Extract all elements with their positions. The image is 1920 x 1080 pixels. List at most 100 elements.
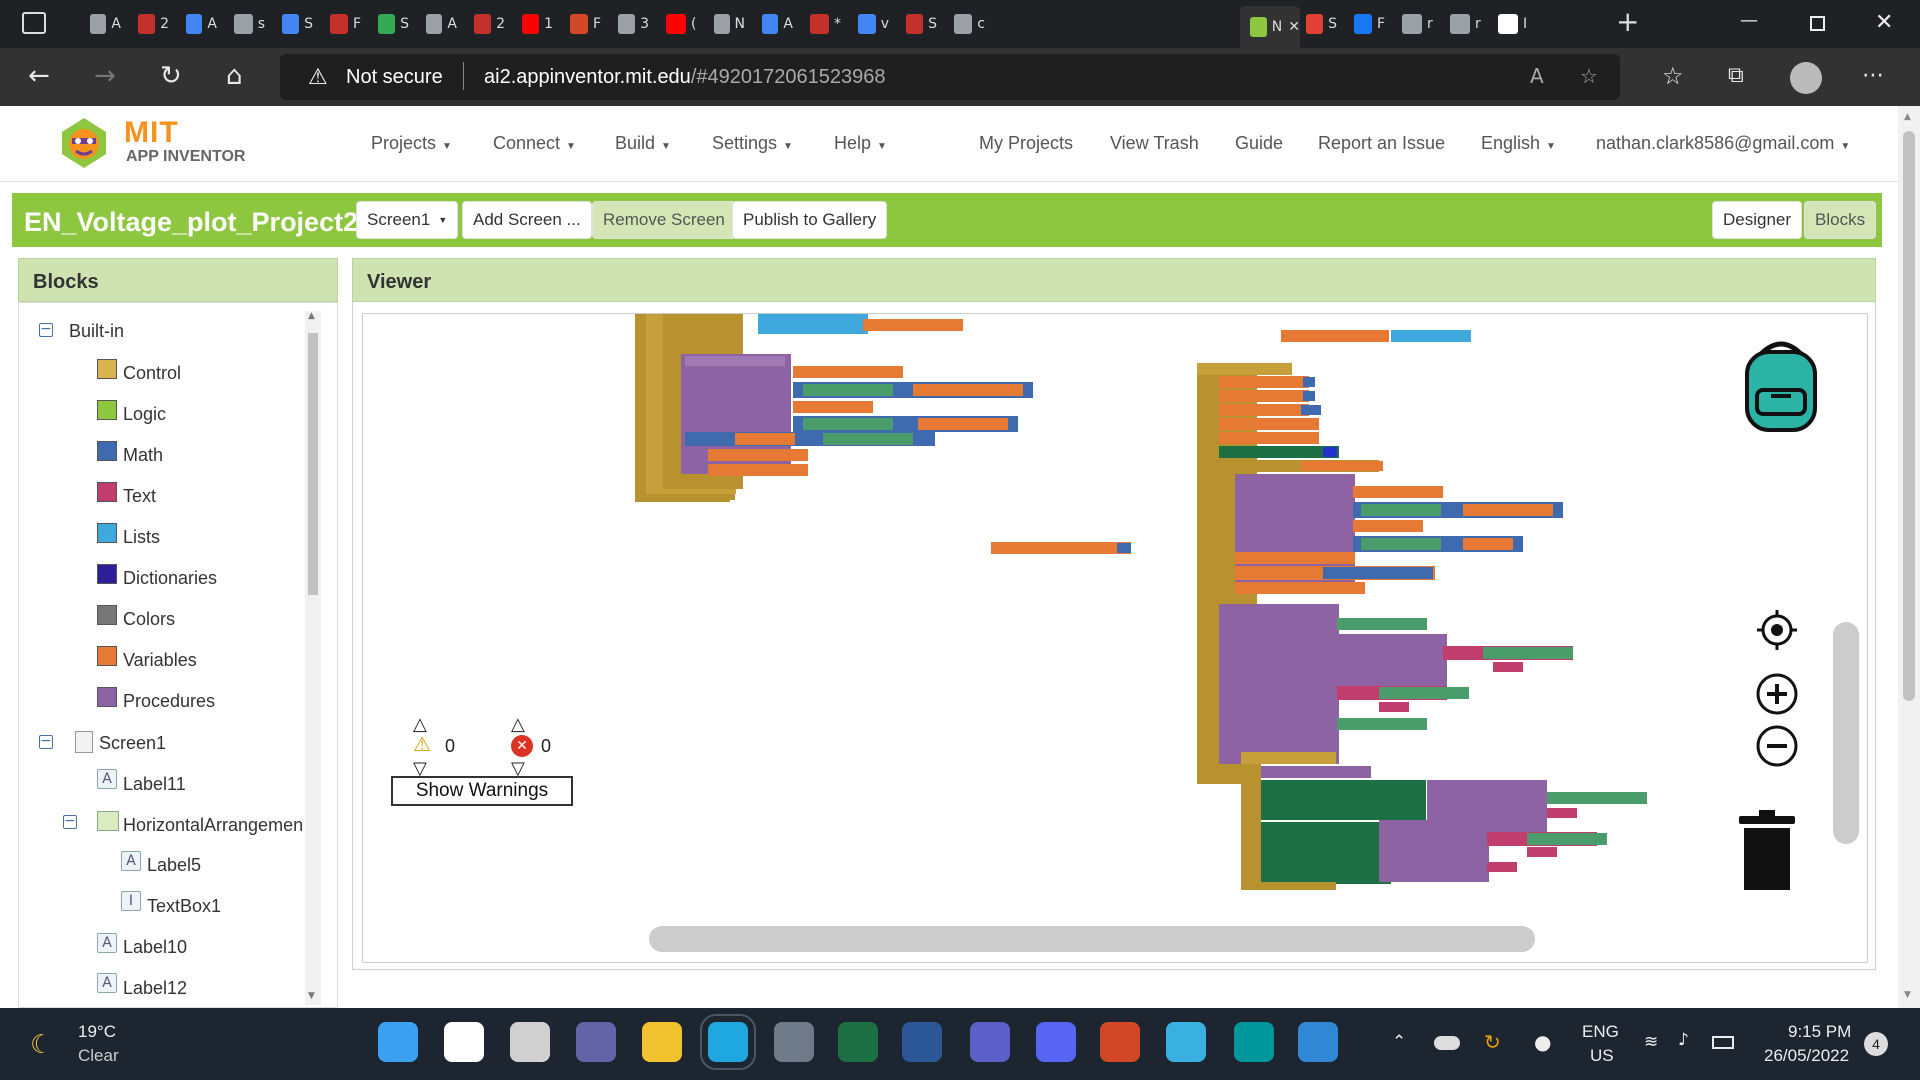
forward-icon[interactable]: →	[94, 62, 116, 90]
edge-icon[interactable]	[700, 1014, 756, 1070]
sync-icon[interactable]: ↻	[1484, 1030, 1501, 1054]
add-favorite-icon[interactable]: ☆	[1580, 64, 1598, 88]
browser-tab[interactable]: F	[560, 8, 601, 40]
browser-tab[interactable]: A	[416, 8, 457, 40]
browser-tab[interactable]: 2	[128, 8, 169, 40]
browser-tab[interactable]: r	[1392, 8, 1433, 40]
tree-textbox1[interactable]: TextBox1	[147, 896, 221, 917]
category-colors[interactable]: Colors	[123, 609, 175, 630]
page-scrollbar-thumb[interactable]	[1903, 131, 1915, 701]
category-variables[interactable]: Variables	[123, 650, 197, 671]
new-tab-icon[interactable]: +	[1616, 8, 1639, 36]
link-report-issue[interactable]: Report an Issue	[1318, 133, 1445, 154]
refresh-icon[interactable]: ↻	[160, 62, 182, 90]
category-control[interactable]: Control	[123, 363, 181, 384]
scroll-down-icon[interactable]: ▼	[308, 991, 315, 1001]
wifi-icon[interactable]: ≋	[1644, 1032, 1658, 1052]
browser-tab[interactable]: S	[368, 8, 409, 40]
mit-logo-icon[interactable]	[54, 114, 114, 172]
language-code[interactable]: ENG	[1582, 1022, 1619, 1042]
weather-condition[interactable]: Clear	[78, 1046, 119, 1066]
event-button4-click[interactable]	[1241, 752, 1647, 890]
category-text[interactable]: Text	[123, 486, 156, 507]
file-explorer-icon[interactable]	[642, 1022, 682, 1062]
excel-icon[interactable]	[838, 1022, 878, 1062]
favorites-icon[interactable]: ☆	[1662, 62, 1684, 90]
recenter-icon[interactable]	[1755, 608, 1799, 652]
scrollbar-thumb[interactable]	[308, 333, 318, 595]
workspace-vertical-scrollbar[interactable]	[1833, 622, 1859, 844]
read-aloud-icon[interactable]: A	[1530, 64, 1544, 88]
collapse-icon[interactable]: −	[63, 814, 77, 829]
word-icon[interactable]	[902, 1022, 942, 1062]
link-my-projects[interactable]: My Projects	[979, 133, 1073, 154]
browser-tab[interactable]: F	[320, 8, 361, 40]
prev-error-icon[interactable]: △	[511, 714, 525, 735]
calculator-icon[interactable]	[774, 1022, 814, 1062]
volume-icon[interactable]: ♪	[1678, 1030, 1689, 1050]
back-icon[interactable]: ←	[28, 62, 50, 90]
tree-label12[interactable]: Label12	[123, 978, 187, 999]
account-menu[interactable]: nathan.clark8586@gmail.com ▼	[1596, 133, 1850, 154]
tree-label11[interactable]: Label11	[123, 774, 186, 795]
close-window-icon[interactable]: ✕	[1875, 10, 1893, 35]
browser-tab[interactable]: F	[1344, 8, 1385, 40]
menu-settings[interactable]: Settings ▼	[712, 133, 793, 154]
powerpoint-icon[interactable]	[1100, 1022, 1140, 1062]
scroll-up-icon[interactable]: ▲	[1904, 112, 1911, 122]
menu-connect[interactable]: Connect ▼	[493, 133, 576, 154]
discord-icon[interactable]	[1036, 1022, 1076, 1062]
paint-icon[interactable]	[1166, 1022, 1206, 1062]
page-scrollbar[interactable]: ▲ ▼	[1898, 106, 1920, 1008]
browser-tab[interactable]: *	[800, 8, 841, 40]
url-text[interactable]: ai2.appinventor.mit.edu/#492017206152396…	[484, 66, 885, 89]
blocks-button[interactable]: Blocks	[1804, 201, 1877, 239]
designer-button[interactable]: Designer	[1712, 201, 1803, 239]
menu-build[interactable]: Build ▼	[615, 133, 671, 154]
address-bar[interactable]: ⚠ Not secure ai2.appinventor.mit.edu/#49…	[280, 54, 1620, 100]
profile-avatar[interactable]	[1790, 62, 1822, 94]
screen-select[interactable]: Screen1 ▼	[356, 201, 459, 239]
temperature[interactable]: 19°C	[78, 1022, 116, 1042]
battery-icon[interactable]	[1712, 1036, 1734, 1049]
browser-tab[interactable]: I	[1488, 8, 1529, 40]
workspace-horizontal-scrollbar[interactable]	[649, 926, 1535, 952]
publish-gallery-button[interactable]: Publish to Gallery	[732, 201, 888, 239]
initialize-global-value-list[interactable]	[1281, 330, 1471, 342]
more-menu-icon[interactable]: ⋯	[1862, 62, 1884, 90]
region-code[interactable]: US	[1590, 1046, 1614, 1066]
browser-tab[interactable]: v	[848, 8, 889, 40]
link-view-trash[interactable]: View Trash	[1110, 133, 1199, 154]
arduino-icon[interactable]	[1234, 1022, 1274, 1062]
task-view-icon[interactable]	[510, 1022, 550, 1062]
browser-tab[interactable]: c	[944, 8, 985, 40]
language-select[interactable]: English ▼	[1481, 133, 1556, 154]
menu-projects[interactable]: Projects ▼	[371, 133, 452, 154]
tree-builtin[interactable]: Built-in	[69, 321, 124, 342]
browser-tab[interactable]: 3	[608, 8, 649, 40]
zoom-out-icon[interactable]	[1755, 724, 1799, 768]
clock-date[interactable]: 26/05/2022	[1764, 1046, 1849, 1066]
browser-tab[interactable]: 1	[512, 8, 553, 40]
minimize-icon[interactable]: —	[1740, 10, 1758, 31]
start-icon[interactable]	[378, 1022, 418, 1062]
onedrive-icon[interactable]	[1434, 1036, 1460, 1050]
photos-icon[interactable]	[1298, 1022, 1338, 1062]
chat-icon[interactable]	[576, 1022, 616, 1062]
tree-label10[interactable]: Label10	[123, 937, 187, 958]
scroll-down-icon[interactable]: ▼	[1904, 990, 1911, 1000]
home-icon[interactable]: ⌂	[226, 62, 243, 90]
category-dictionaries[interactable]: Dictionaries	[123, 568, 217, 589]
browser-tab[interactable]: N ✕	[1240, 6, 1300, 48]
category-logic[interactable]: Logic	[123, 404, 166, 425]
browser-tab[interactable]: S	[272, 8, 313, 40]
category-math[interactable]: Math	[123, 445, 163, 466]
browser-tab[interactable]: s	[224, 8, 265, 40]
tree-label5[interactable]: Label5	[147, 855, 201, 876]
browser-tab[interactable]: A	[752, 8, 793, 40]
teams-icon[interactable]	[970, 1022, 1010, 1062]
category-lists[interactable]: Lists	[123, 527, 160, 548]
collections-icon[interactable]: ⧉	[1728, 62, 1744, 90]
add-screen-button[interactable]: Add Screen ...	[462, 201, 592, 239]
browser-tab[interactable]: N	[704, 8, 745, 40]
